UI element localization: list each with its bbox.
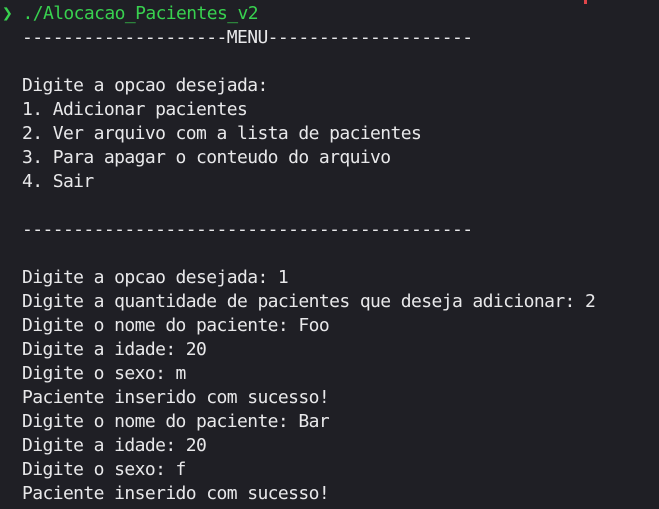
- input-name-line: Digite o nome do paciente: Foo: [22, 315, 330, 336]
- input-quantity-line: Digite a quantidade de pacientes que des…: [22, 291, 596, 312]
- input-name-line: Digite o nome do paciente: Bar: [22, 411, 330, 432]
- prompt-chevron-icon: ❯: [2, 3, 13, 24]
- status-indicator-icon: [584, 0, 587, 4]
- menu-prompt-line: Digite a opcao desejada:: [22, 75, 268, 96]
- input-age-line: Digite a idade: 20: [22, 339, 207, 360]
- input-option-line: Digite a opcao desejada: 1: [22, 267, 289, 288]
- success-message-line: Paciente inserido com sucesso!: [22, 483, 330, 504]
- success-message-line: Paciente inserido com sucesso!: [22, 387, 330, 408]
- command-text: ./Alocacao_Pacientes_v2: [12, 3, 258, 24]
- menu-footer-line: ----------------------------------------…: [22, 219, 473, 240]
- menu-header-line: --------------------MENU----------------…: [22, 27, 473, 48]
- menu-option-2: 2. Ver arquivo com a lista de pacientes: [22, 123, 422, 144]
- input-age-line: Digite a idade: 20: [22, 435, 207, 456]
- input-sex-line: Digite o sexo: m: [22, 363, 186, 384]
- menu-option-1: 1. Adicionar pacientes: [22, 99, 248, 120]
- terminal-window[interactable]: ❯ ./Alocacao_Pacientes_v2 --------------…: [0, 0, 659, 509]
- menu-option-3: 3. Para apagar o conteudo do arquivo: [22, 147, 391, 168]
- command-prompt: ❯ ./Alocacao_Pacientes_v2: [2, 2, 259, 26]
- input-sex-line: Digite o sexo: f: [22, 459, 186, 480]
- menu-option-4: 4. Sair: [22, 171, 94, 192]
